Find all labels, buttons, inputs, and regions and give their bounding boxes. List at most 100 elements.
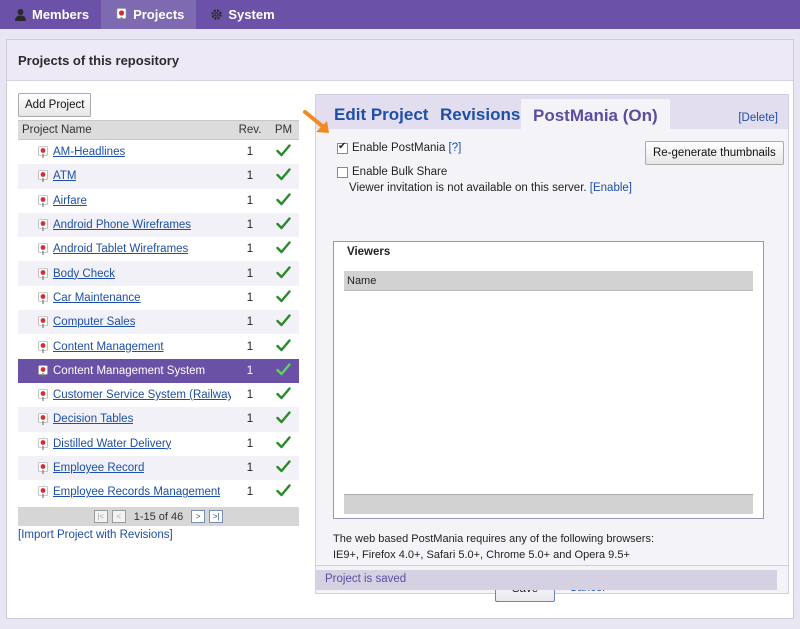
- project-link[interactable]: Content Management: [53, 341, 164, 353]
- nav-tab-system[interactable]: System: [196, 0, 286, 29]
- project-link[interactable]: Android Tablet Wireframes: [53, 243, 188, 255]
- table-row[interactable]: Distilled Water Delivery 1: [18, 431, 299, 456]
- project-link[interactable]: Android Phone Wireframes: [53, 219, 191, 231]
- project-icon: [38, 292, 48, 304]
- project-name-cell: Car Maintenance: [18, 292, 232, 304]
- project-link[interactable]: AM-Headlines: [53, 146, 125, 158]
- delete-project-link[interactable]: [Delete]: [738, 112, 778, 124]
- table-row[interactable]: Decision Tables 1: [18, 407, 299, 432]
- project-rev: 1: [246, 267, 254, 280]
- gear-icon: [211, 9, 223, 20]
- project-rev: 1: [246, 486, 254, 499]
- nav-tab-members[interactable]: Members: [0, 0, 101, 29]
- table-row[interactable]: Content Management 1: [18, 334, 299, 359]
- check-icon: [276, 314, 291, 327]
- table-row[interactable]: Car Maintenance 1: [18, 285, 299, 311]
- project-rev: 1: [246, 194, 254, 207]
- table-row[interactable]: Employee Record 1: [18, 455, 299, 481]
- enable-postmania-checkbox[interactable]: [337, 141, 348, 154]
- browser-requirements-line2: IE9+, Firefox 4.0+, Safari 5.0+, Chrome …: [333, 549, 630, 561]
- project-table: Project Name Rev. PM AM-Headlines 1 ATM 1 Ai…: [18, 120, 299, 505]
- project-pm-cell: [268, 387, 299, 403]
- project-pm-cell: [268, 265, 299, 282]
- add-project-button[interactable]: Add Project: [18, 93, 92, 117]
- project-rev: 1: [246, 340, 254, 353]
- project-pm-cell: [268, 411, 299, 427]
- project-link[interactable]: Computer Sales: [53, 316, 135, 328]
- project-link[interactable]: Employee Records Management: [53, 486, 220, 498]
- check-icon: [276, 363, 291, 376]
- project-link[interactable]: ATM: [53, 170, 76, 182]
- projects-panel: Projects of this repository Add Project …: [6, 39, 794, 619]
- project-icon: [38, 437, 48, 450]
- enable-viewer-link[interactable]: [Enable]: [590, 182, 632, 194]
- project-link[interactable]: Body Check: [53, 268, 115, 280]
- project-link[interactable]: Customer Service System (Railway: [53, 389, 231, 401]
- project-name-cell: Content Management: [18, 341, 232, 353]
- project-name-cell: Content Management System: [18, 365, 232, 377]
- help-link[interactable]: [?]: [449, 142, 462, 154]
- prev-page-button[interactable]: <: [111, 510, 126, 523]
- tab-revisions[interactable]: Revisions: [440, 105, 520, 125]
- check-icon: [276, 168, 291, 181]
- table-row[interactable]: Android Phone Wireframes 1: [18, 212, 299, 238]
- project-icon: [38, 267, 48, 280]
- first-page-button[interactable]: |<: [93, 510, 108, 523]
- top-nav: Members Projects System: [0, 0, 800, 29]
- table-row[interactable]: Body Check 1: [18, 261, 299, 286]
- pin-icon: [116, 8, 127, 21]
- project-link[interactable]: Car Maintenance: [53, 292, 141, 304]
- project-pm-cell: [268, 193, 299, 209]
- nav-tab-projects[interactable]: Projects: [101, 0, 197, 29]
- project-rev: 1: [246, 462, 254, 474]
- project-rev: 1: [246, 291, 254, 304]
- column-header-rev: Rev.: [238, 124, 262, 136]
- check-icon: [276, 411, 291, 424]
- table-row[interactable]: Computer Sales 1: [18, 310, 299, 335]
- enable-bulk-share-label: Enable Bulk Share: [352, 166, 448, 178]
- project-link[interactable]: Employee Record: [53, 462, 144, 474]
- person-icon: [15, 9, 26, 21]
- table-row[interactable]: Android Tablet Wireframes 1: [18, 237, 299, 262]
- project-table-header: Project Name Rev. PM: [18, 120, 299, 140]
- project-pm-cell: [268, 460, 299, 476]
- table-row[interactable]: Airfare 1: [18, 188, 299, 213]
- status-bar: Project is saved: [315, 570, 777, 590]
- table-row[interactable]: Employee Records Management 1: [18, 480, 299, 505]
- project-link[interactable]: Airfare: [53, 195, 87, 207]
- table-row[interactable]: ATM 1: [18, 164, 299, 189]
- regenerate-thumbnails-button[interactable]: Re-generate thumbnails: [645, 141, 784, 165]
- import-project-link[interactable]: [Import Project with Revisions]: [18, 529, 173, 541]
- viewers-footer: [344, 494, 753, 514]
- enable-bulk-share-checkbox[interactable]: [337, 166, 348, 178]
- table-row[interactable]: Content Management System 1: [18, 358, 299, 383]
- project-name-cell: Customer Service System (Railway: [18, 389, 232, 402]
- project-icon: [38, 219, 48, 232]
- viewers-box: Viewers Name: [333, 241, 764, 519]
- viewers-title: Viewers: [347, 246, 391, 258]
- project-link[interactable]: Distilled Water Delivery: [53, 438, 171, 450]
- check-icon: [276, 290, 291, 303]
- enable-postmania-label: Enable PostMania: [352, 142, 446, 154]
- project-icon: [38, 486, 48, 499]
- project-name-cell: Employee Records Management: [18, 486, 232, 499]
- project-link[interactable]: Content Management System: [53, 365, 205, 377]
- viewers-column-name: Name: [344, 271, 753, 291]
- table-row[interactable]: AM-Headlines 1: [18, 140, 299, 165]
- tab-postmania[interactable]: PostMania (On): [521, 99, 670, 129]
- next-page-button[interactable]: >: [191, 510, 206, 523]
- check-icon: [276, 193, 291, 205]
- project-name-cell: Android Tablet Wireframes: [18, 243, 232, 256]
- project-pm-cell: [268, 314, 299, 330]
- tab-edit-project[interactable]: Edit Project: [334, 105, 428, 125]
- check-icon: [276, 338, 291, 351]
- project-icon: [38, 389, 48, 402]
- enable-postmania-row: Enable PostMania [?]: [337, 141, 462, 154]
- table-row[interactable]: Customer Service System (Railway 1: [18, 382, 299, 408]
- project-icon: [38, 146, 48, 159]
- project-pm-cell: [268, 436, 299, 452]
- project-rev: 1: [246, 219, 254, 232]
- divider: [316, 565, 788, 566]
- last-page-button[interactable]: >|: [209, 510, 224, 523]
- project-link[interactable]: Decision Tables: [53, 413, 133, 425]
